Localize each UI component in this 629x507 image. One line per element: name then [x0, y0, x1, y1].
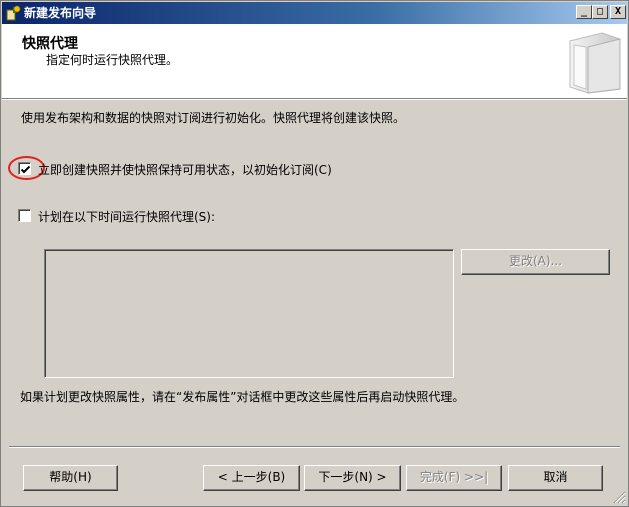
title-bar[interactable]: 新建发布向导 _ □ X [2, 2, 627, 24]
header-divider [2, 99, 627, 100]
resize-grip-icon[interactable] [612, 490, 626, 504]
finish-button[interactable]: 完成(F) >>| [406, 465, 502, 491]
close-button[interactable]: X [610, 5, 626, 19]
page-subtitle: 指定何时运行快照代理。 [46, 53, 179, 67]
page-title: 快照代理 [22, 36, 78, 52]
schedule-description-box [44, 249, 454, 378]
footer-note: 如果计划更改快照属性，请在“发布属性”对话框中更改这些属性后再启动快照代理。 [20, 390, 465, 404]
back-button[interactable]: < 上一步(B) [203, 465, 300, 491]
checkmark-icon [20, 165, 31, 174]
minimize-button[interactable]: _ [576, 5, 592, 19]
change-schedule-button[interactable]: 更改(A)... [461, 249, 610, 275]
cancel-button[interactable]: 取消 [508, 465, 603, 491]
wizard-book-icon [562, 29, 626, 95]
create-snapshot-now-checkbox[interactable] [18, 162, 31, 175]
next-button[interactable]: 下一步(N) > [304, 465, 401, 491]
create-snapshot-now-label[interactable]: 立即创建快照并使快照保持可用状态，以初始化订阅(C) [38, 161, 332, 178]
schedule-snapshot-checkbox[interactable] [18, 209, 31, 222]
wizard-window: 新建发布向导 _ □ X 快照代理 指定何时运行快照代理。 使用发布架构和数据的… [0, 0, 629, 507]
maximize-button[interactable]: □ [592, 5, 608, 19]
window-title: 新建发布向导 [24, 6, 97, 20]
wizard-header: 快照代理 指定何时运行快照代理。 [2, 24, 627, 99]
wizard-app-icon [6, 5, 22, 21]
intro-text: 使用发布架构和数据的快照对订阅进行初始化。快照代理将创建该快照。 [21, 111, 406, 125]
schedule-snapshot-label[interactable]: 计划在以下时间运行快照代理(S): [38, 208, 215, 225]
help-button[interactable]: 帮助(H) [23, 465, 118, 491]
